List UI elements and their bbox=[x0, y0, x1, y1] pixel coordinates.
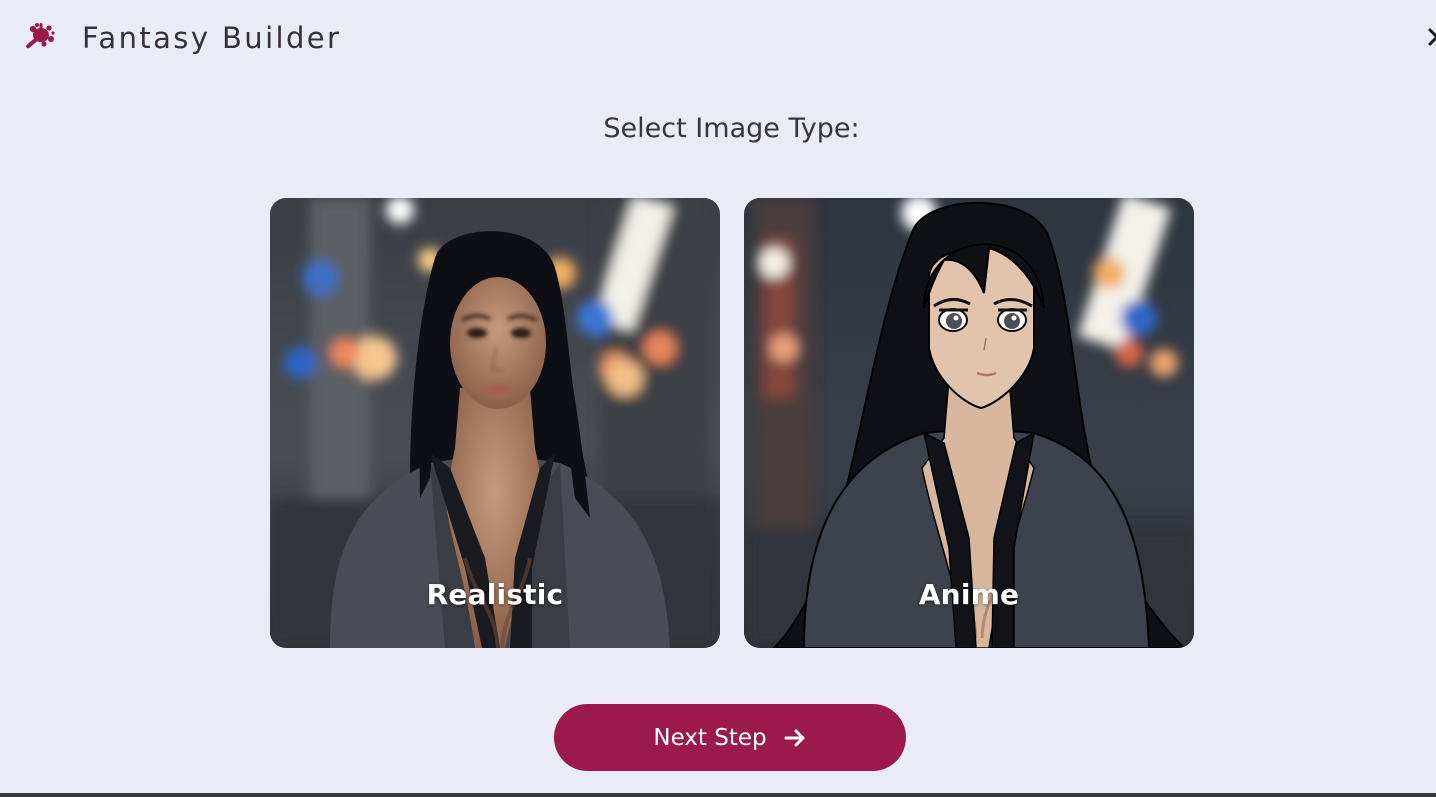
arrow-right-icon bbox=[783, 726, 807, 750]
close-button[interactable] bbox=[1428, 26, 1436, 50]
window-bottom-edge bbox=[0, 793, 1436, 797]
header: Fantasy Builder bbox=[18, 18, 341, 58]
anime-card-label: Anime bbox=[918, 578, 1020, 611]
image-type-card-realistic[interactable]: Realistic bbox=[270, 198, 720, 648]
app-title: Fantasy Builder bbox=[82, 21, 342, 55]
realistic-card-label: Realistic bbox=[426, 578, 564, 611]
image-type-card-anime[interactable]: Anime bbox=[744, 198, 1194, 648]
next-step-label: Next Step bbox=[653, 724, 767, 751]
next-step-button[interactable]: Next Step bbox=[554, 704, 906, 771]
page-heading: Select Image Type: bbox=[603, 113, 860, 144]
splat-magic-wand-icon bbox=[18, 18, 58, 58]
close-icon bbox=[1428, 28, 1436, 50]
app-window: Fantasy Builder Select Image Type: Reali… bbox=[0, 0, 1436, 793]
